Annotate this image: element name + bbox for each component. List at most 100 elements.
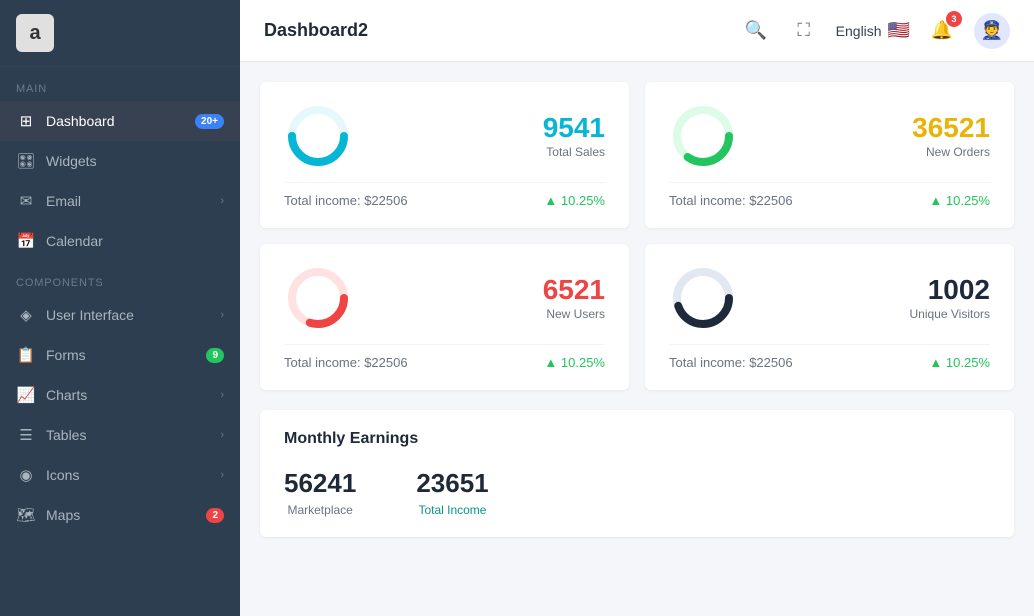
language-selector[interactable]: English 🇺🇸 — [836, 20, 910, 41]
monthly-stats: 56241 Marketplace 23651 Total Income — [284, 468, 990, 517]
unique-visitors-donut — [669, 264, 737, 332]
card-bottom: Total income: $22506 ▲ 10.25% — [669, 344, 990, 370]
sidebar-item-label: Maps — [46, 507, 206, 523]
user-avatar[interactable]: 👮 — [974, 13, 1010, 49]
sidebar-item-icons[interactable]: ◉ Icons › — [0, 455, 240, 495]
sidebar-item-label: Calendar — [46, 233, 224, 249]
chevron-right-icon: › — [220, 389, 224, 401]
total-sales-income: Total income: $22506 — [284, 193, 408, 208]
sidebar-item-widgets[interactable]: 🎛 Widgets — [0, 141, 240, 181]
total-sales-card: 9541 Total Sales Total income: $22506 ▲ … — [260, 82, 629, 228]
sidebar-item-calendar[interactable]: 📅 Calendar — [0, 221, 240, 261]
calendar-icon: 📅 — [16, 231, 36, 251]
new-orders-card: 36521 New Orders Total income: $22506 ▲ … — [645, 82, 1014, 228]
total-sales-trend: ▲ 10.25% — [544, 193, 605, 208]
sidebar-item-dashboard[interactable]: ⊞ Dashboard 20+ — [0, 101, 240, 141]
monthly-earnings-section: Monthly Earnings 56241 Marketplace 23651… — [260, 410, 1014, 537]
total-income-number: 23651 — [416, 468, 488, 499]
stats-grid: 9541 Total Sales Total income: $22506 ▲ … — [260, 82, 1014, 390]
new-orders-trend: ▲ 10.25% — [929, 193, 990, 208]
card-top: 6521 New Users — [284, 264, 605, 332]
sidebar-item-user-interface[interactable]: ◈ User Interface › — [0, 295, 240, 335]
page-title: Dashboard2 — [264, 20, 724, 41]
new-users-card: 6521 New Users Total income: $22506 ▲ 10… — [260, 244, 629, 390]
flag-icon: 🇺🇸 — [888, 20, 910, 41]
notification-button[interactable]: 🔔 3 — [926, 15, 958, 47]
sidebar-logo: a — [0, 0, 240, 67]
sidebar-item-maps[interactable]: 🗺 Maps 2 — [0, 495, 240, 535]
sidebar-item-label: Tables — [46, 427, 220, 443]
card-top: 1002 Unique Visitors — [669, 264, 990, 332]
sidebar-item-forms[interactable]: 📋 Forms 9 — [0, 335, 240, 375]
new-users-trend: ▲ 10.25% — [544, 355, 605, 370]
charts-icon: 📈 — [16, 385, 36, 405]
unique-visitors-trend: ▲ 10.25% — [929, 355, 990, 370]
new-users-label: New Users — [546, 307, 605, 321]
total-income-label: Total Income — [416, 503, 488, 517]
marketplace-number: 56241 — [284, 468, 356, 499]
chevron-right-icon: › — [220, 469, 224, 481]
new-orders-donut — [669, 102, 737, 170]
new-orders-income: Total income: $22506 — [669, 193, 793, 208]
dashboard-badge: 20+ — [195, 114, 224, 129]
card-bottom: Total income: $22506 ▲ 10.25% — [284, 344, 605, 370]
card-bottom: Total income: $22506 ▲ 10.25% — [284, 182, 605, 208]
forms-icon: 📋 — [16, 345, 36, 365]
components-section-label: Components — [0, 261, 240, 295]
sidebar-item-label: Charts — [46, 387, 220, 403]
sidebar-item-label: Email — [46, 193, 220, 209]
monthly-earnings-title: Monthly Earnings — [284, 430, 990, 448]
fullscreen-icon[interactable]: ⛶ — [788, 15, 820, 47]
unique-visitors-number: 1002 — [928, 275, 990, 306]
card-top: 36521 New Orders — [669, 102, 990, 170]
sidebar-item-label: Dashboard — [46, 113, 195, 129]
language-label: English — [836, 23, 882, 39]
card-bottom: Total income: $22506 ▲ 10.25% — [669, 182, 990, 208]
total-sales-number: 9541 — [543, 113, 605, 144]
sidebar-item-label: User Interface — [46, 307, 220, 323]
total-sales-donut — [284, 102, 352, 170]
sidebar-item-charts[interactable]: 📈 Charts › — [0, 375, 240, 415]
user-interface-icon: ◈ — [16, 305, 36, 325]
sidebar: a Main ⊞ Dashboard 20+ 🎛 Widgets ✉ Email… — [0, 0, 240, 616]
maps-badge: 2 — [206, 508, 224, 523]
search-icon[interactable]: 🔍 — [740, 15, 772, 47]
chevron-right-icon: › — [220, 195, 224, 207]
icons-icon: ◉ — [16, 465, 36, 485]
widgets-icon: 🎛 — [16, 151, 36, 171]
total-income-stat: 23651 Total Income — [416, 468, 488, 517]
chevron-right-icon: › — [220, 429, 224, 441]
content-area: 9541 Total Sales Total income: $22506 ▲ … — [240, 62, 1034, 616]
notification-badge: 3 — [946, 11, 962, 27]
new-orders-number: 36521 — [912, 113, 990, 144]
topbar: Dashboard2 🔍 ⛶ English 🇺🇸 🔔 3 👮 — [240, 0, 1034, 62]
new-orders-label: New Orders — [926, 145, 990, 159]
card-info: 9541 Total Sales — [372, 113, 605, 160]
unique-visitors-card: 1002 Unique Visitors Total income: $2250… — [645, 244, 1014, 390]
dashboard-icon: ⊞ — [16, 111, 36, 131]
maps-icon: 🗺 — [16, 505, 36, 525]
unique-visitors-label: Unique Visitors — [910, 307, 990, 321]
card-info: 1002 Unique Visitors — [757, 275, 990, 322]
marketplace-label: Marketplace — [284, 503, 356, 517]
total-sales-label: Total Sales — [546, 145, 605, 159]
new-users-donut — [284, 264, 352, 332]
card-top: 9541 Total Sales — [284, 102, 605, 170]
card-info: 6521 New Users — [372, 275, 605, 322]
sidebar-item-label: Widgets — [46, 153, 224, 169]
new-users-number: 6521 — [543, 275, 605, 306]
tables-icon: ☰ — [16, 425, 36, 445]
sidebar-item-email[interactable]: ✉ Email › — [0, 181, 240, 221]
forms-badge: 9 — [206, 348, 224, 363]
email-icon: ✉ — [16, 191, 36, 211]
new-users-income: Total income: $22506 — [284, 355, 408, 370]
sidebar-item-tables[interactable]: ☰ Tables › — [0, 415, 240, 455]
sidebar-item-label: Forms — [46, 347, 206, 363]
sidebar-item-label: Icons — [46, 467, 220, 483]
main-section-label: Main — [0, 67, 240, 101]
main-area: Dashboard2 🔍 ⛶ English 🇺🇸 🔔 3 👮 — [240, 0, 1034, 616]
unique-visitors-income: Total income: $22506 — [669, 355, 793, 370]
logo-icon: a — [16, 14, 54, 52]
marketplace-stat: 56241 Marketplace — [284, 468, 356, 517]
chevron-right-icon: › — [220, 309, 224, 321]
